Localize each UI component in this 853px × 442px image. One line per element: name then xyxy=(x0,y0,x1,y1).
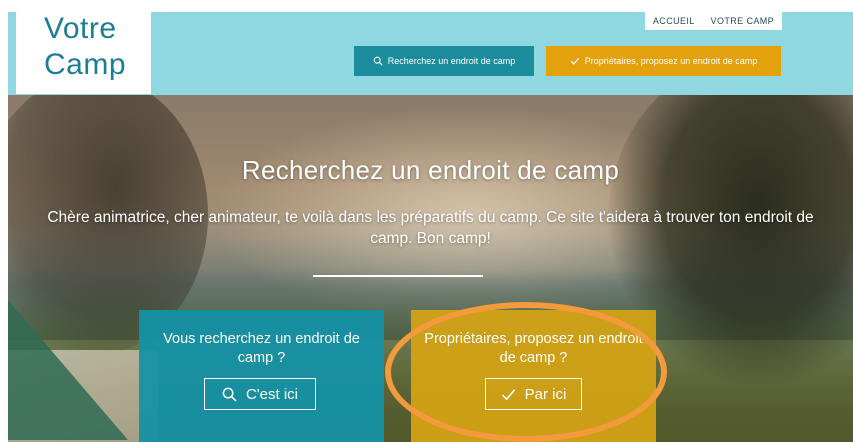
highlight-annotation-circle xyxy=(385,302,667,442)
logo-line-2: Camp xyxy=(44,48,127,81)
search-card-text: Vous recherchez un endroit de camp ? xyxy=(163,331,360,366)
logo-line-1: Votre xyxy=(44,12,117,45)
hero-title: Recherchez un endroit de camp xyxy=(241,155,620,185)
nav-your-camp-link[interactable]: VOTRE CAMP xyxy=(711,16,775,26)
search-card-button-label: C'est ici xyxy=(245,385,299,403)
site-logo[interactable]: Votre Camp xyxy=(16,12,151,94)
search-card: Vous recherchez un endroit de camp ? C'e… xyxy=(139,310,384,442)
nav-home-link[interactable]: ACCUEIL xyxy=(653,16,695,26)
top-navigation: ACCUEIL VOTRE CAMP xyxy=(645,12,782,30)
search-icon xyxy=(373,56,383,66)
header-owner-button[interactable]: Propriétaires, proposez un endroit de ca… xyxy=(546,46,781,76)
search-icon xyxy=(222,387,237,402)
header-search-button[interactable]: Recherchez un endroit de camp xyxy=(354,46,534,76)
hero-divider xyxy=(313,275,483,277)
hero-section: Recherchez un endroit de camp Chère anim… xyxy=(8,95,853,442)
hero-tent xyxy=(8,300,128,440)
header-owner-label: Propriétaires, proposez un endroit de ca… xyxy=(584,56,758,66)
header-search-label: Recherchez un endroit de camp xyxy=(387,56,516,66)
hero-subtitle: Chère animatrice, cher animateur, te voi… xyxy=(47,209,814,247)
check-icon xyxy=(570,57,579,65)
search-card-button[interactable]: C'est ici xyxy=(204,378,316,410)
